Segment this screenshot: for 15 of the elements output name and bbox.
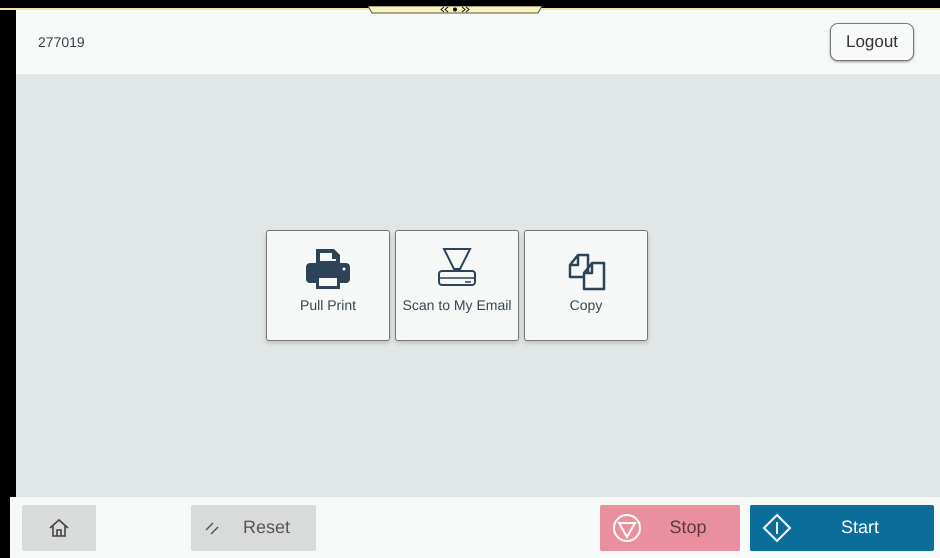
printer-icon xyxy=(304,247,352,291)
app-tile[interactable]: Pull Print xyxy=(266,230,390,341)
user-id: 277019 xyxy=(38,34,85,50)
home-icon xyxy=(48,518,70,538)
home-button[interactable] xyxy=(22,504,96,550)
reset-button[interactable]: Reset xyxy=(191,504,316,550)
app-tile[interactable]: Scan to My Email xyxy=(395,230,519,341)
stop-icon xyxy=(612,512,642,542)
logout-button[interactable]: Logout xyxy=(830,23,914,61)
start-button[interactable]: Start xyxy=(750,504,934,550)
reset-icon xyxy=(205,520,221,536)
stop-button[interactable]: Stop xyxy=(600,504,740,550)
start-icon xyxy=(762,512,792,542)
drag-handle-icon[interactable] xyxy=(368,6,542,14)
app-tile[interactable]: Copy xyxy=(524,230,648,341)
